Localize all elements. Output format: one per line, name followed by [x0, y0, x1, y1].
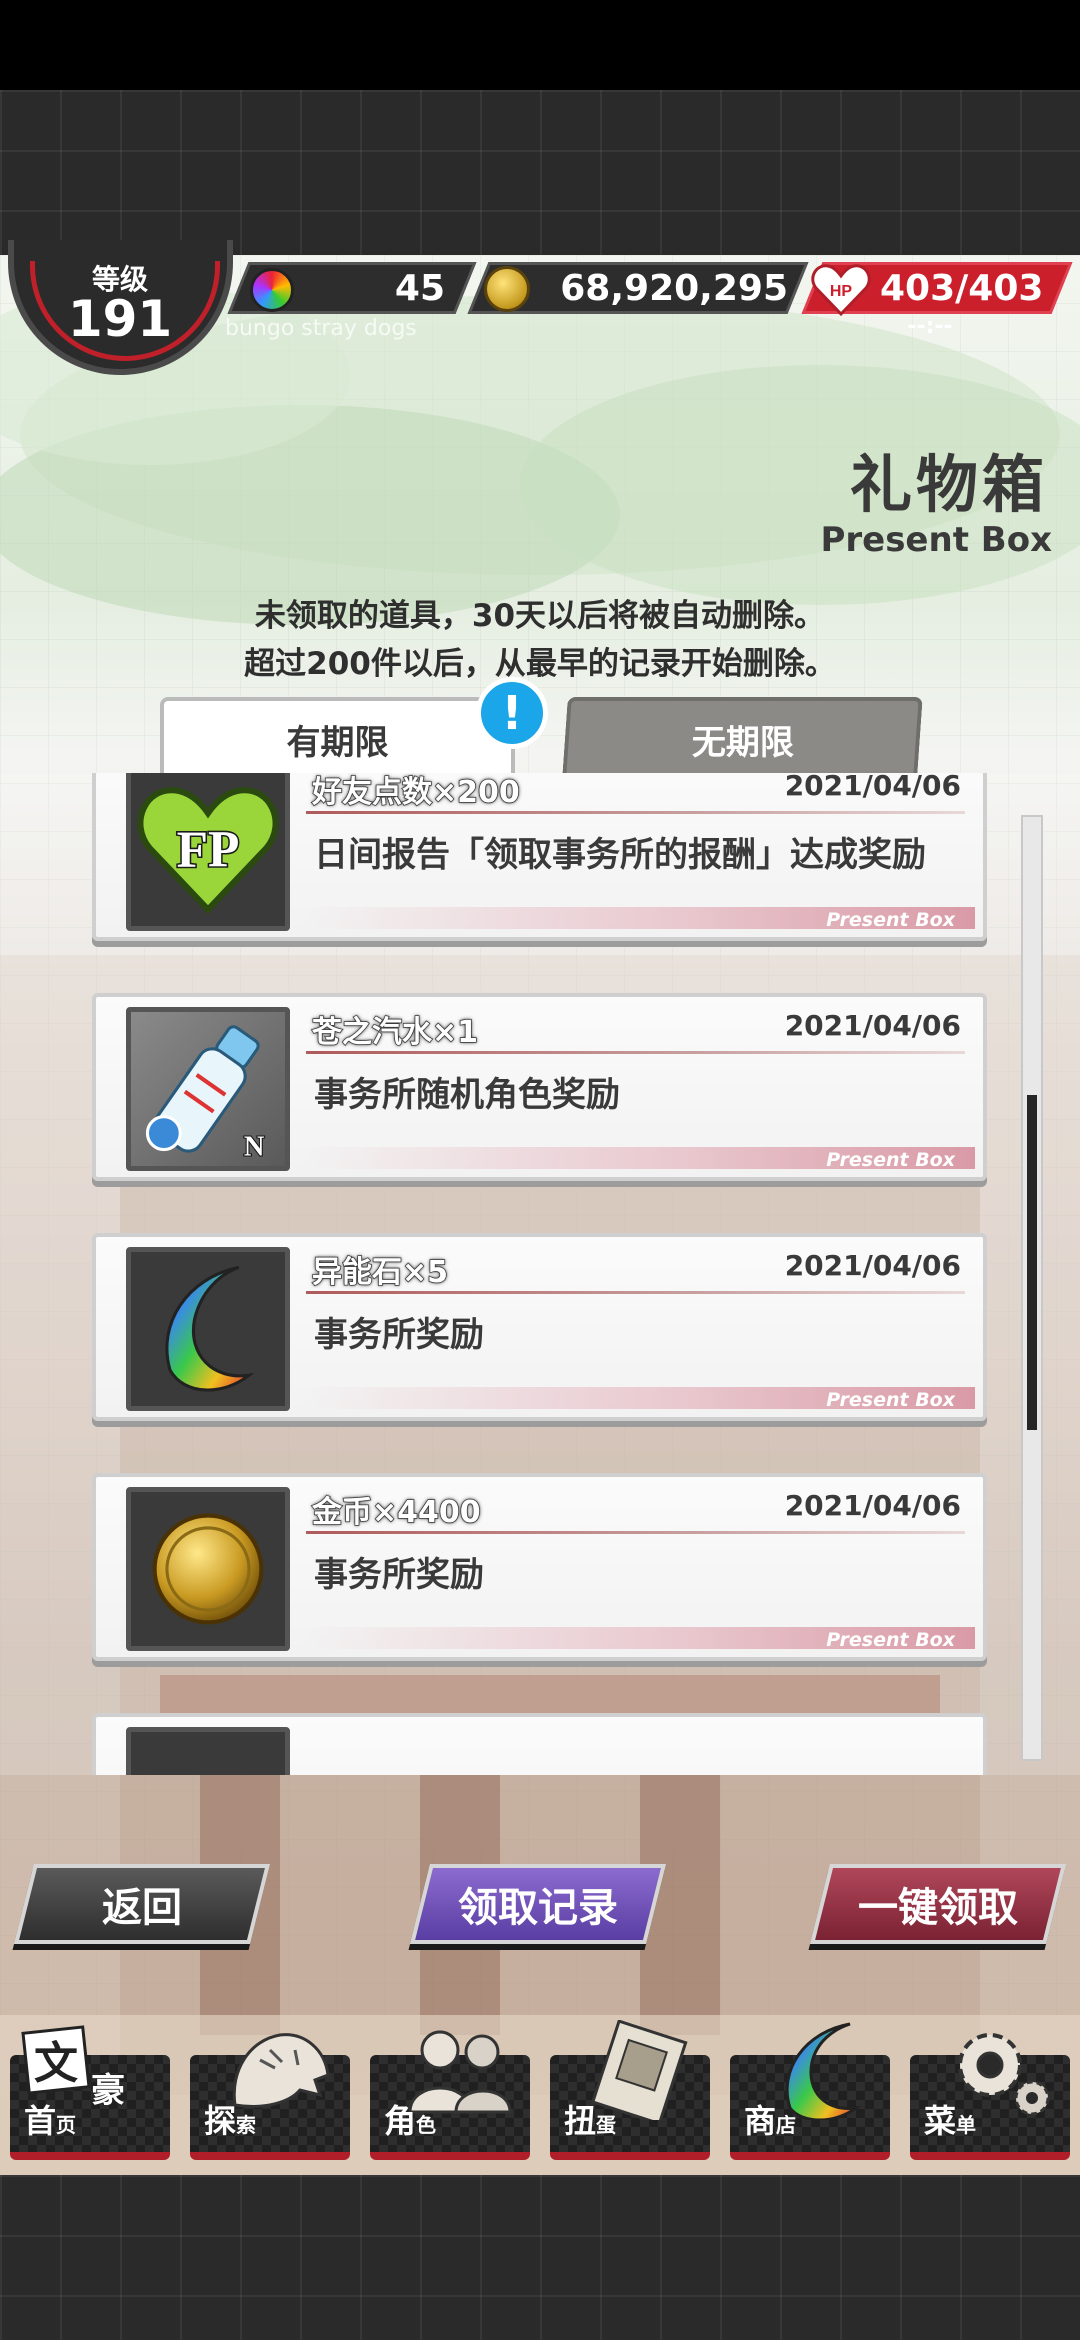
nav-shop[interactable]: 商店	[730, 2020, 895, 2160]
rarity-n-badge: N	[244, 1131, 265, 1163]
item-icon-frame	[126, 1727, 290, 1775]
nav-characters-label: 角色	[384, 2102, 437, 2140]
item-name: 苍之汽水×1	[311, 1014, 479, 1051]
alert-badge-icon: !	[476, 677, 548, 749]
card-divider	[306, 1531, 965, 1534]
item-description: 日间报告「领取事务所的报酬」达成奖励	[314, 835, 926, 875]
game-name: bungo stray dogs	[225, 316, 417, 341]
nav-menu[interactable]: 菜单	[910, 2020, 1075, 2160]
nav-explore-label: 探索	[204, 2102, 257, 2140]
nav-menu-label: 菜单	[924, 2102, 977, 2140]
present-card[interactable]: 异能石×5 2021/04/06 事务所奖励 Present Box	[92, 1233, 987, 1421]
logo-char-1: 文	[34, 2039, 78, 2088]
item-name: 金币×4400	[311, 1494, 481, 1531]
coin-count: 68,920,295	[560, 268, 788, 309]
nav-shop-label: 商店	[744, 2102, 797, 2140]
soda-bottle-icon: N	[145, 1025, 266, 1164]
page-subtitle: Present Box	[820, 520, 1052, 560]
coin-icon	[484, 266, 530, 312]
card-footer-text: Present Box	[826, 1149, 955, 1171]
item-description: 事务所奖励	[314, 1315, 484, 1355]
gem-count: 45	[394, 268, 445, 309]
item-icon-frame: N	[126, 1007, 290, 1171]
present-card[interactable]: N 苍之汽水×1 2021/04/06 事务所随机角色奖励 Present Bo…	[92, 993, 987, 1181]
notice-line-2: 超过200件以后，从最早的记录开始删除。	[244, 646, 836, 682]
fp-heart-icon: FP	[137, 787, 279, 915]
item-date: 2021/04/06	[784, 1009, 961, 1042]
card-footer-text: Present Box	[826, 1629, 955, 1651]
gold-coin-icon	[152, 1513, 264, 1625]
claim-all-label: 一键领取	[858, 1885, 1018, 1931]
present-card[interactable]	[92, 1713, 987, 1775]
fp-text: FP	[177, 821, 240, 878]
item-date: 2021/04/06	[784, 773, 961, 802]
card-divider	[306, 1051, 965, 1054]
nav-home[interactable]: 文 豪 首页	[10, 2020, 175, 2160]
notice-line-1: 未领取的道具，30天以后将被自动删除。	[254, 598, 826, 634]
card-divider	[306, 1291, 965, 1294]
item-description: 事务所奖励	[314, 1555, 484, 1595]
level-value: 191	[67, 290, 173, 348]
back-button[interactable]: 返回	[14, 1864, 270, 1944]
item-icon-frame: FP	[126, 773, 290, 931]
item-date: 2021/04/06	[784, 1249, 961, 1282]
nav-characters[interactable]: 角色	[370, 2020, 535, 2160]
item-icon-frame	[126, 1247, 290, 1411]
nav-gacha[interactable]: 扭蛋	[550, 2020, 715, 2160]
crescent-stone-icon	[165, 1265, 255, 1392]
top-pattern-band	[0, 90, 1080, 260]
hp-value: 403/403	[880, 268, 1044, 309]
logo-char-2: 豪	[91, 2071, 125, 2110]
claim-history-button[interactable]: 领取记录	[410, 1864, 666, 1944]
page-title: 礼物箱	[849, 448, 1048, 521]
back-button-label: 返回	[102, 1885, 182, 1931]
hp-heart-icon: HP	[811, 264, 871, 317]
item-name: 异能石×5	[311, 1254, 449, 1291]
gem-icon	[250, 268, 294, 312]
present-list[interactable]: FP 好友点数×200 2021/04/06 日间报告「领取事务所的报酬」达成奖…	[0, 773, 1080, 1775]
nav-gacha-label: 扭蛋	[564, 2102, 617, 2140]
present-card[interactable]: 金币×4400 2021/04/06 事务所奖励 Present Box	[92, 1473, 987, 1661]
tab-unlimited[interactable]: 无期限	[562, 697, 923, 777]
tab-limited[interactable]: 有期限	[160, 697, 515, 777]
svg-text:HP: HP	[830, 283, 853, 300]
hp-timer: --:--	[907, 314, 953, 339]
item-date: 2021/04/06	[784, 1489, 961, 1522]
claim-all-button[interactable]: 一键领取	[810, 1864, 1066, 1944]
card-footer-text: Present Box	[826, 1389, 955, 1411]
tab-unlimited-label: 无期限	[691, 722, 794, 763]
nav-home-label: 首页	[24, 2102, 77, 2140]
present-card[interactable]: FP 好友点数×200 2021/04/06 日间报告「领取事务所的报酬」达成奖…	[92, 773, 987, 941]
card-footer-text: Present Box	[826, 909, 955, 931]
item-description: 事务所随机角色奖励	[314, 1075, 620, 1115]
claim-history-label: 领取记录	[458, 1885, 618, 1931]
nav-explore[interactable]: 探索	[190, 2020, 355, 2160]
item-icon-frame	[126, 1487, 290, 1651]
bottom-pattern-band	[0, 2175, 1080, 2340]
scrollbar-thumb[interactable]	[1027, 1095, 1037, 1430]
item-name: 好友点数×200	[311, 774, 520, 811]
card-divider	[306, 811, 965, 814]
